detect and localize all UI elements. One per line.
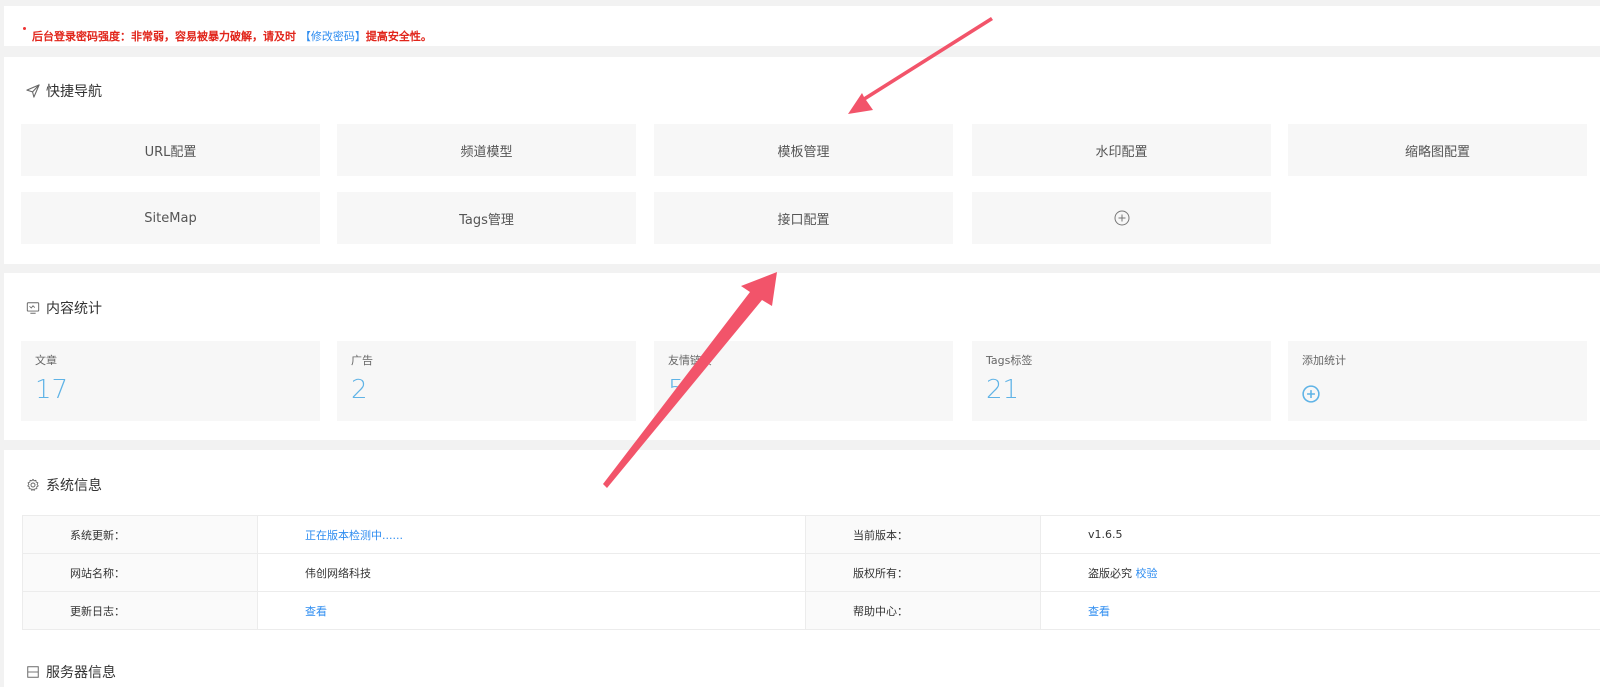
plus-circle-icon xyxy=(1114,210,1129,226)
nav-channel-model[interactable]: 频道模型 xyxy=(337,124,636,176)
stat-value: 17 xyxy=(35,375,69,405)
nav-api-config[interactable]: 接口配置 xyxy=(654,192,953,244)
stat-card-links[interactable]: 友情链接 5 xyxy=(654,341,953,421)
changelog-link[interactable]: 查看 xyxy=(257,591,806,630)
content-stats-title: 内容统计 xyxy=(26,298,102,318)
quick-nav-panel: 快捷导航 URL配置 频道模型 模板管理 水印配置 缩略图配置 SiteMap … xyxy=(4,57,1600,264)
paper-plane-icon xyxy=(26,84,40,98)
stat-label: 友情链接 xyxy=(668,354,712,367)
stat-card-add[interactable]: 添加统计 xyxy=(1288,341,1587,421)
system-info-table: 系统更新： 正在版本检测中...... 当前版本： v1.6.5 网站名称： 伟… xyxy=(22,515,1600,630)
stat-label: 添加统计 xyxy=(1302,354,1346,367)
stat-label: 文章 xyxy=(35,354,57,367)
quick-nav-title: 快捷导航 xyxy=(26,81,102,101)
stat-card-articles[interactable]: 文章 17 xyxy=(21,341,320,421)
system-info-panel: 系统信息 系统更新： 正在版本检测中...... 当前版本： v1.6.5 网站… xyxy=(4,450,1600,687)
stat-card-ads[interactable]: 广告 2 xyxy=(337,341,636,421)
stat-card-tags[interactable]: Tags标签 21 xyxy=(972,341,1271,421)
info-label: 更新日志： xyxy=(22,591,258,630)
site-name-value: 伟创网络科技 xyxy=(257,553,806,592)
server-info-title: 服务器信息 xyxy=(26,662,116,682)
server-icon xyxy=(27,666,39,678)
info-label: 网站名称： xyxy=(22,553,258,592)
nav-tags-manage[interactable]: Tags管理 xyxy=(337,192,636,244)
stat-value: 21 xyxy=(986,375,1020,405)
gear-icon xyxy=(27,478,39,491)
info-label: 系统更新： xyxy=(22,515,258,554)
version-value: v1.6.5 xyxy=(1040,515,1600,554)
system-info-title: 系统信息 xyxy=(26,475,102,495)
alert-bullet-icon xyxy=(23,27,26,30)
change-password-link[interactable]: 【修改密码】 xyxy=(300,30,366,43)
update-status-link[interactable]: 正在版本检测中...... xyxy=(257,515,806,554)
stat-label: Tags标签 xyxy=(986,354,1033,367)
info-label: 当前版本： xyxy=(805,515,1041,554)
table-row: 网站名称： 伟创网络科技 版权所有： 盗版必究 校验 xyxy=(22,553,1600,592)
verify-link[interactable]: 校验 xyxy=(1136,567,1158,580)
nav-add-button[interactable] xyxy=(972,192,1271,244)
info-label: 版权所有： xyxy=(805,553,1041,592)
nav-watermark-config[interactable]: 水印配置 xyxy=(972,124,1271,176)
help-center-link[interactable]: 查看 xyxy=(1040,591,1600,630)
nav-sitemap[interactable]: SiteMap xyxy=(21,192,320,244)
copyright-value: 盗版必究 校验 xyxy=(1040,553,1600,592)
table-row: 更新日志： 查看 帮助中心： 查看 xyxy=(22,591,1600,630)
plus-circle-icon xyxy=(1302,385,1320,403)
nav-template-manage[interactable]: 模板管理 xyxy=(654,124,953,176)
monitor-icon xyxy=(26,302,40,314)
nav-thumbnail-config[interactable]: 缩略图配置 xyxy=(1288,124,1587,176)
table-row: 系统更新： 正在版本检测中...... 当前版本： v1.6.5 xyxy=(22,515,1600,554)
info-label: 帮助中心： xyxy=(805,591,1041,630)
stat-label: 广告 xyxy=(351,354,373,367)
security-alert-bar: 后台登录密码强度：非常弱，容易被暴力破解，请及时 【修改密码】提高安全性。 xyxy=(4,6,1600,46)
alert-text: 后台登录密码强度：非常弱，容易被暴力破解，请及时 【修改密码】提高安全性。 xyxy=(32,30,432,43)
content-stats-panel: 内容统计 文章 17 广告 2 友情链接 5 Tags标签 21 添加统计 xyxy=(4,273,1600,440)
nav-url-config[interactable]: URL配置 xyxy=(21,124,320,176)
stat-value: 2 xyxy=(351,375,368,405)
stat-value: 5 xyxy=(668,375,685,405)
